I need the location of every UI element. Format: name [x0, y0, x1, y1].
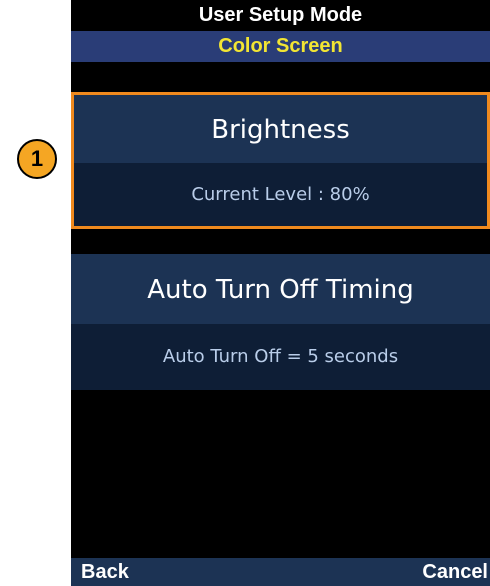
screen-title: User Setup Mode — [71, 0, 490, 31]
device-screen: User Setup Mode Color Screen Brightness … — [71, 0, 490, 586]
auto-turn-off-value: Auto Turn Off = 5 seconds — [71, 324, 490, 390]
back-softkey[interactable]: Back — [81, 558, 129, 586]
softkey-bar: Back Cancel — [71, 558, 490, 586]
screen-subtitle: Color Screen — [71, 31, 490, 62]
brightness-level-value: Current Level : 80% — [71, 163, 490, 227]
callout-badge: 1 — [17, 139, 57, 179]
cancel-softkey[interactable]: Cancel — [422, 558, 488, 586]
canvas: 1 User Setup Mode Color Screen Brightnes… — [0, 0, 490, 586]
setting-auto-turn-off-timing[interactable]: Auto Turn Off Timing — [71, 254, 490, 326]
setting-brightness[interactable]: Brightness — [71, 94, 490, 166]
